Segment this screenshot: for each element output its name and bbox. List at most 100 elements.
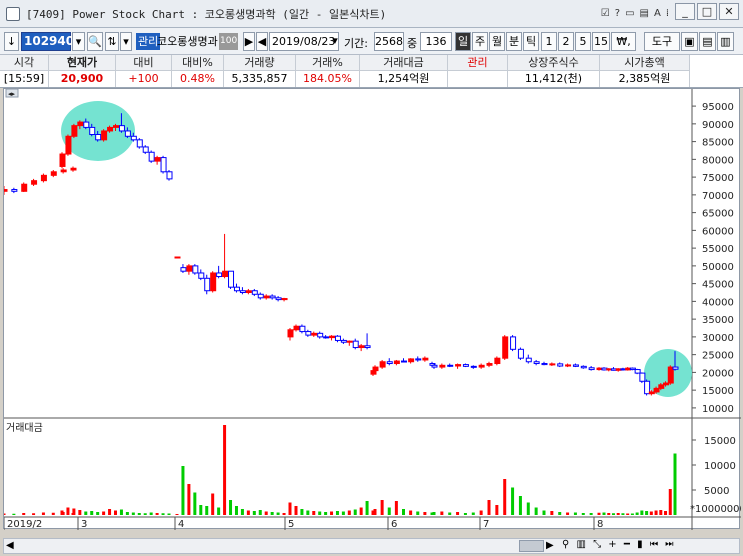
candle-body bbox=[317, 332, 324, 338]
col-change-pct: 대비% bbox=[172, 55, 224, 71]
tab-5[interactable]: 5 bbox=[575, 32, 591, 51]
tab-currency[interactable]: ₩, bbox=[611, 32, 636, 51]
price-tick-label: 90000 bbox=[702, 120, 734, 131]
candle-body bbox=[634, 369, 641, 374]
volume-bar bbox=[380, 500, 384, 515]
chevron-down-icon[interactable]: ▾ bbox=[120, 32, 132, 51]
mid-input[interactable]: 136 bbox=[420, 32, 452, 51]
time-tick-label: 7 bbox=[483, 519, 489, 530]
volume-bar bbox=[621, 513, 625, 515]
close-button[interactable]: ✕ bbox=[719, 3, 739, 20]
candle-body bbox=[174, 256, 181, 259]
volume-bar bbox=[234, 506, 238, 515]
period-input[interactable]: 2568 bbox=[374, 32, 404, 51]
scroll-thumb[interactable] bbox=[519, 540, 544, 552]
help-icon[interactable]: ? bbox=[615, 8, 620, 19]
check-icon[interactable]: ☑ bbox=[601, 8, 610, 19]
stock-code-input[interactable]: 102940 bbox=[21, 32, 74, 51]
maximize-button[interactable]: □ bbox=[697, 3, 717, 20]
candle-body bbox=[239, 290, 246, 294]
date-dropdown-icon[interactable]: ▾ bbox=[330, 32, 340, 51]
candle-body bbox=[293, 325, 300, 331]
more-icon[interactable]: ⁞ bbox=[666, 8, 669, 19]
back-icon[interactable]: ◀ bbox=[256, 32, 268, 51]
price-volume-chart[interactable]: ◂▸95000900008500080000750007000065000600… bbox=[4, 89, 741, 530]
tab-monthly[interactable]: 월 bbox=[489, 32, 505, 51]
volume-bar bbox=[550, 511, 554, 515]
candle-body bbox=[222, 270, 229, 278]
tab-weekly[interactable]: 주 bbox=[472, 32, 488, 51]
date-input[interactable]: 2019/08/23 bbox=[269, 32, 339, 51]
print-icon[interactable]: ▥ bbox=[717, 32, 734, 51]
candle-body bbox=[393, 360, 400, 365]
value-time: [15:59] bbox=[0, 71, 49, 87]
candle-body bbox=[565, 364, 572, 367]
col-management: 관리 bbox=[448, 55, 508, 71]
candle-body bbox=[257, 293, 264, 299]
volume-bar bbox=[288, 502, 292, 515]
candle-body bbox=[89, 126, 96, 136]
tab-1[interactable]: 1 bbox=[541, 32, 557, 51]
minimize-button[interactable]: _ bbox=[675, 3, 695, 20]
folder-icon[interactable]: ▣ bbox=[681, 32, 698, 51]
table-icon[interactable]: ▤ bbox=[640, 8, 649, 19]
price-tick-label: 60000 bbox=[702, 226, 734, 237]
zoom-tools[interactable]: ⚲ ▥ ⤡ + ━ ▮ ⏮ ⏭ bbox=[562, 539, 676, 550]
volume-bar bbox=[463, 513, 467, 515]
volume-bar bbox=[542, 510, 546, 515]
candle-body bbox=[166, 171, 173, 180]
save-icon[interactable]: ▤ bbox=[699, 32, 716, 51]
candle-body bbox=[107, 126, 114, 132]
chevron-down-icon[interactable]: ▾ bbox=[72, 32, 85, 51]
volume-bar bbox=[294, 506, 298, 515]
candle-body bbox=[580, 365, 587, 369]
volume-bar bbox=[448, 512, 452, 515]
tools-button[interactable]: 도구 bbox=[644, 32, 680, 51]
candle-body bbox=[372, 366, 379, 372]
tab-2[interactable]: 2 bbox=[558, 32, 574, 51]
info-header: 시각 현재가 대비 대비% 거래량 거래% 거래대금 관리 상장주식수 시가총액… bbox=[0, 55, 743, 88]
candle-body bbox=[533, 361, 540, 365]
value-shares: 11,412(천) bbox=[508, 71, 600, 87]
col-turnover: 거래대금 bbox=[360, 55, 448, 71]
price-tick-label: 30000 bbox=[702, 333, 734, 344]
volume-bar bbox=[373, 509, 377, 515]
price-tick-label: 65000 bbox=[702, 209, 734, 220]
candle-body bbox=[31, 180, 38, 185]
candle-body bbox=[65, 135, 72, 155]
volume-bar bbox=[84, 511, 88, 515]
candle-body bbox=[352, 340, 359, 349]
volume-bar bbox=[300, 509, 304, 515]
volume-bar bbox=[217, 507, 221, 515]
tab-minute[interactable]: 분 bbox=[506, 32, 522, 51]
volume-bar bbox=[487, 500, 491, 515]
volume-bar bbox=[306, 510, 310, 515]
volume-bar bbox=[602, 512, 606, 515]
title-bar: [7409] Power Stock Chart : 코오롱생명과학 (일간 -… bbox=[0, 0, 743, 28]
volume-bar bbox=[32, 513, 36, 515]
tab-daily[interactable]: 일 bbox=[455, 32, 471, 51]
window-icon[interactable]: ▭ bbox=[625, 8, 634, 19]
candle-body bbox=[40, 174, 47, 182]
chart-area[interactable]: ◂▸ 95000 90000 85000 80000 75000 70000 65000 600… bbox=[3, 88, 741, 530]
font-icon[interactable]: A bbox=[654, 8, 661, 19]
play-icon[interactable]: ▶ bbox=[243, 32, 255, 51]
volume-bar bbox=[511, 487, 515, 515]
tab-tick[interactable]: 틱 bbox=[523, 32, 539, 51]
sort-icon[interactable]: ⇅ bbox=[105, 32, 119, 51]
scroll-left-icon[interactable]: ◀ bbox=[6, 540, 14, 551]
chart-scrollbar[interactable]: ◀ ▶ ⚲ ▥ ⤡ + ━ ▮ ⏮ ⏭ bbox=[3, 538, 740, 554]
candle-body bbox=[263, 295, 270, 299]
volume-bar bbox=[318, 511, 322, 515]
volume-bar bbox=[432, 512, 436, 515]
volume-bar bbox=[440, 511, 444, 515]
candle-body bbox=[204, 277, 211, 292]
candle-body bbox=[180, 267, 187, 272]
search-icon[interactable]: 🔍 bbox=[87, 32, 103, 51]
scroll-right-icon[interactable]: ▶ bbox=[546, 540, 554, 551]
arrow-down-icon[interactable]: ↓ bbox=[4, 32, 19, 51]
candle-body bbox=[275, 297, 282, 301]
col-volume-pct: 거래% bbox=[296, 55, 360, 71]
tab-15[interactable]: 15 bbox=[592, 32, 610, 51]
col-volume: 거래량 bbox=[224, 55, 296, 71]
